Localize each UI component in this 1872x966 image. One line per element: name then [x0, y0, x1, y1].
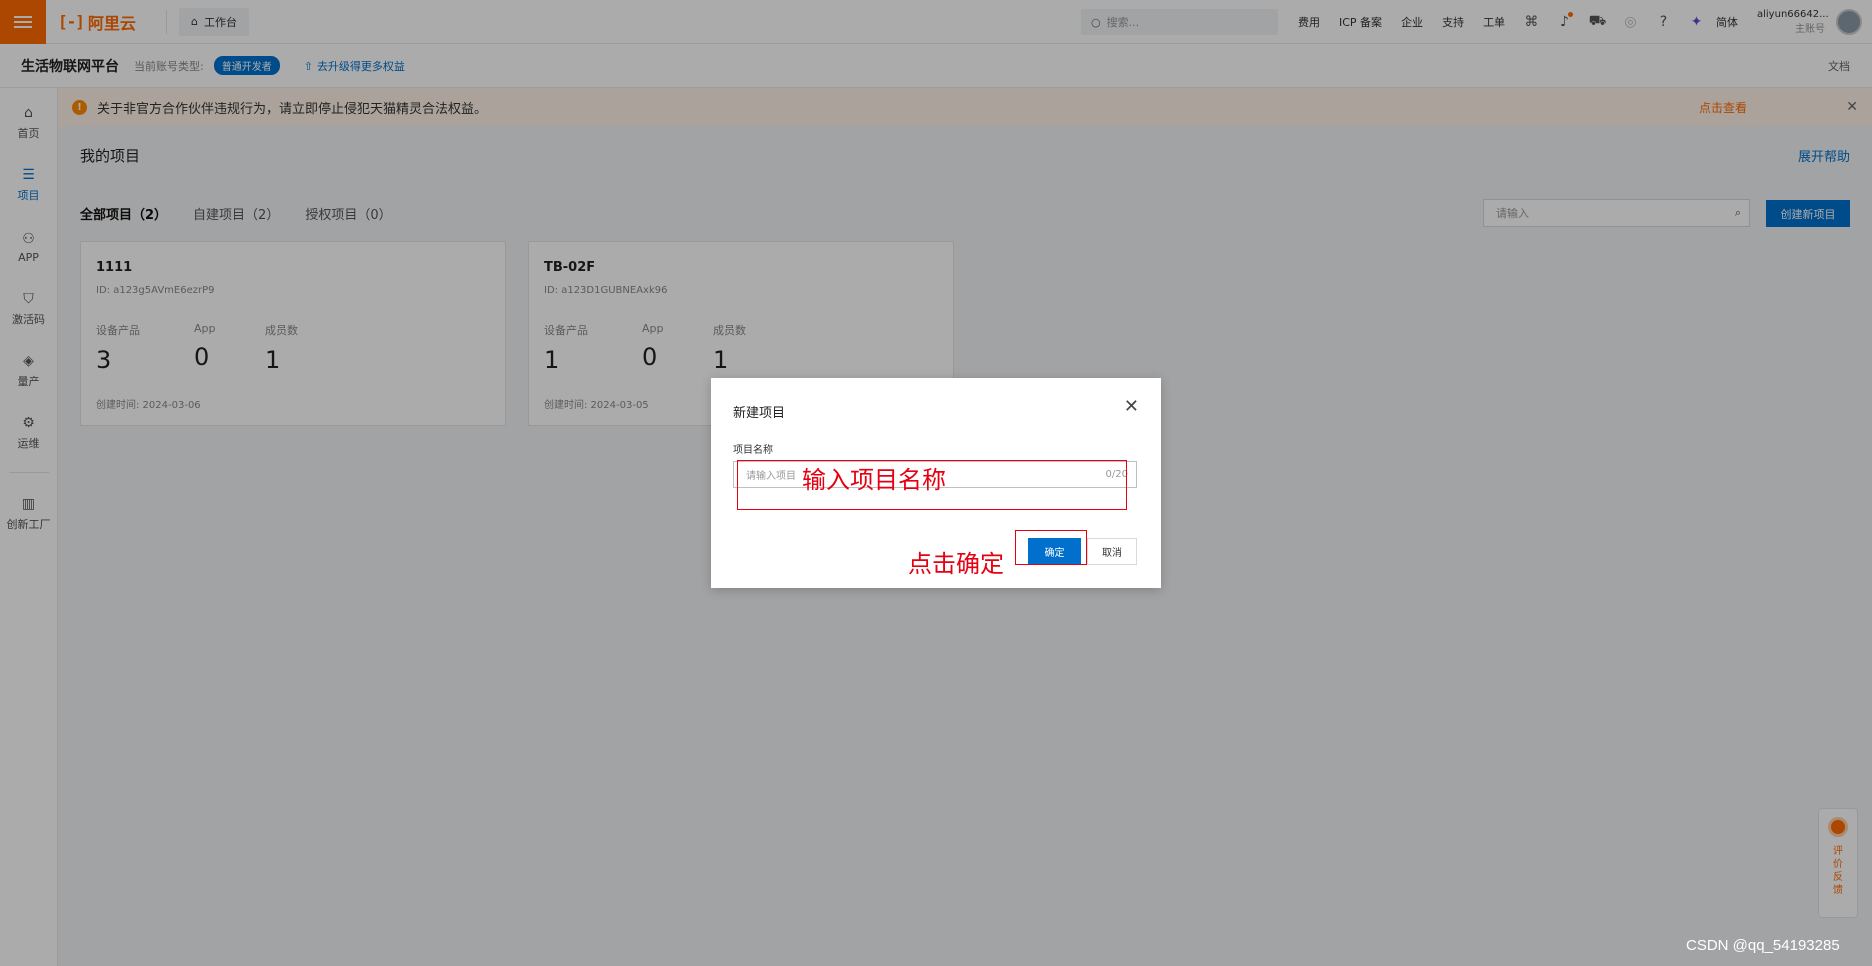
- annotation-box-confirm: [1015, 530, 1087, 565]
- project-name-label: 项目名称: [733, 445, 773, 456]
- dialog-title: 新建项目: [733, 406, 786, 421]
- watermark: CSDN @qq_54193285: [1686, 937, 1840, 954]
- cancel-button[interactable]: 取消: [1087, 538, 1137, 565]
- annotation-confirm-hint: 点击确定: [908, 550, 1004, 578]
- annotation-input-hint: 输入项目名称: [802, 466, 946, 494]
- close-icon[interactable]: ✕: [1124, 396, 1139, 417]
